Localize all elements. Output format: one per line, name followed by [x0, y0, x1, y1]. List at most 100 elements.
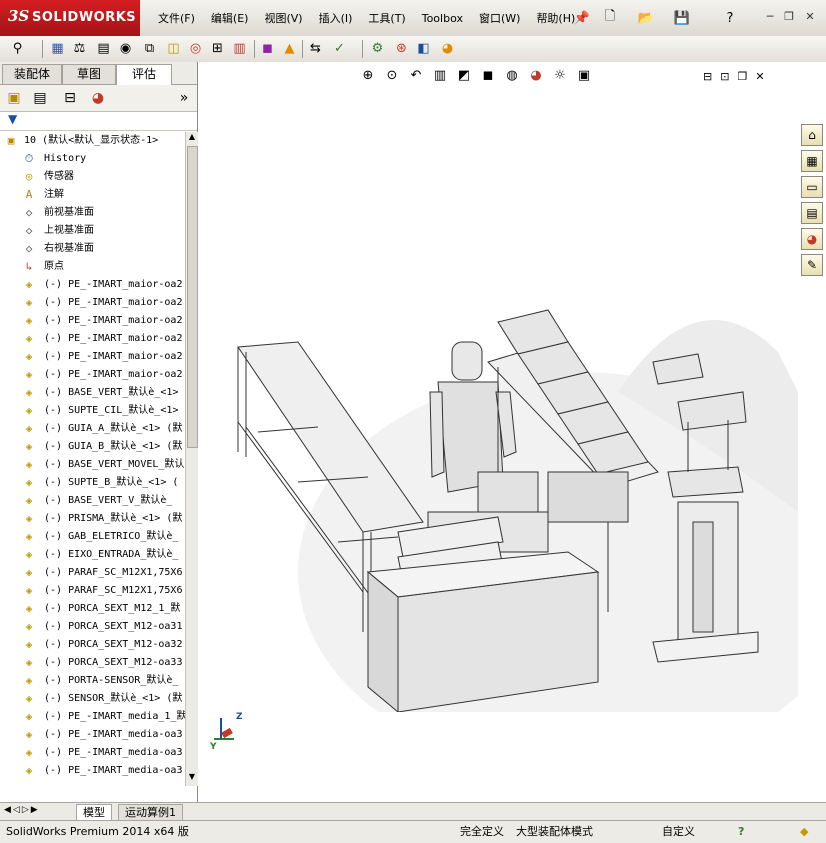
viewport-split-icon[interactable]: ⊟: [703, 70, 712, 83]
open-folder-icon[interactable]: 📂: [636, 8, 656, 28]
pin-icon[interactable]: 📌: [572, 8, 592, 28]
scroll-up-icon[interactable]: ▲: [187, 132, 197, 144]
configuration-manager-icon[interactable]: ⊟: [60, 88, 80, 108]
compare-icon[interactable]: ⇆: [306, 39, 325, 58]
viewport-close-icon[interactable]: ✕: [755, 70, 764, 83]
tree-item[interactable]: ◈ (-) PORCA_SEXT_M12-oa33: [0, 654, 185, 672]
section-properties-icon[interactable]: ▤: [94, 39, 113, 58]
tree-item[interactable]: ◈ (-) PE_-IMART_media-oa3: [0, 762, 185, 780]
last-tab-icon[interactable]: ▶: [31, 805, 38, 815]
check-icon[interactable]: ✓: [330, 39, 349, 58]
tree-item[interactable]: ◈ (-) BASE_VERT_MOVEL_默认: [0, 456, 185, 474]
sustainability-icon[interactable]: ◕: [438, 39, 457, 58]
viewport-restore-icon[interactable]: ❐: [737, 70, 747, 83]
menu-window[interactable]: 窗口(W): [471, 10, 528, 28]
appearances-icon[interactable]: ◕: [801, 228, 823, 250]
solidworks-logo[interactable]: 3S SOLIDWORKS: [0, 0, 140, 36]
assembly-visualization-icon[interactable]: ▥: [230, 39, 249, 58]
tree-item[interactable]: ◈ (-) PE_-IMART_maior-oa2: [0, 330, 185, 348]
viewport-split-right-icon[interactable]: ⊡: [720, 70, 729, 83]
tree-item[interactable]: ◈ (-) GAB_ELETRICO_默认è_: [0, 528, 185, 546]
sensor-tool-icon[interactable]: ◉: [116, 39, 135, 58]
interference-icon[interactable]: ⧉: [140, 39, 159, 58]
tree-item[interactable]: ◈ (-) PORTA-SENSOR_默认è_: [0, 672, 185, 690]
zoom-to-fit-icon[interactable]: ⊕: [358, 66, 378, 86]
tree-item[interactable]: ◈ (-) PE_-IMART_maior-oa2: [0, 366, 185, 384]
minimize-icon[interactable]: ─: [762, 9, 778, 25]
close-icon[interactable]: ✕: [802, 9, 818, 25]
tree-item[interactable]: ◈ (-) PARAF_SC_M12X1,75X6: [0, 564, 185, 582]
first-tab-icon[interactable]: ◀: [4, 805, 11, 815]
tree-item[interactable]: ◈ (-) PRISMA_默认è_<1> (默: [0, 510, 185, 528]
tree-filter[interactable]: ▼: [0, 112, 197, 131]
prev-tab-icon[interactable]: ◁: [13, 805, 20, 815]
expand-panel-icon[interactable]: »: [174, 88, 194, 108]
filter-icon[interactable]: ▼: [8, 112, 17, 126]
tab-sketch[interactable]: 草图: [62, 64, 116, 84]
tree-item[interactable]: ◇ 上视基准面: [0, 222, 185, 240]
tree-item[interactable]: ⏱ History: [0, 150, 185, 168]
menu-toolbox[interactable]: Toolbox: [414, 10, 471, 28]
tree-item[interactable]: ◈ (-) PE_-IMART_maior-oa2: [0, 276, 185, 294]
tree-root[interactable]: ▣ 10 (默认<默认_显示状态-1>: [0, 132, 185, 150]
tree-item[interactable]: A 注解: [0, 186, 185, 204]
design-check-icon[interactable]: ▦: [48, 39, 67, 58]
menu-insert[interactable]: 插入(I): [311, 10, 361, 28]
solidworks-resources-icon[interactable]: ⌂: [801, 124, 823, 146]
tree-item[interactable]: ◈ (-) PORCA_SEXT_M12-oa32: [0, 636, 185, 654]
apply-scene-icon[interactable]: ☼: [550, 66, 570, 86]
clearance-icon[interactable]: ◫: [164, 39, 183, 58]
tree-item[interactable]: ◈ (-) SENSOR_默认è_<1> (默: [0, 690, 185, 708]
help-status-icon[interactable]: ?: [738, 824, 744, 840]
tree-item[interactable]: ◈ (-) PARAF_SC_M12X1,75X6: [0, 582, 185, 600]
tree-item[interactable]: ◈ (-) SUPTE_B_默认è_<1> (: [0, 474, 185, 492]
tree-item[interactable]: ◎ 传感器: [0, 168, 185, 186]
tree-item[interactable]: ◈ (-) SUPTE_CIL_默认è_<1>: [0, 402, 185, 420]
next-tab-icon[interactable]: ▷: [22, 805, 29, 815]
tree-item[interactable]: ◇ 右视基准面: [0, 240, 185, 258]
previous-view-icon[interactable]: ↶: [406, 66, 426, 86]
design-library-icon[interactable]: ▦: [801, 150, 823, 172]
flow-icon[interactable]: ⊛: [392, 39, 411, 58]
draft-analysis-icon[interactable]: ▲: [280, 39, 299, 58]
tree-item[interactable]: ◈ (-) PE_-IMART_maior-oa2: [0, 348, 185, 366]
restore-icon[interactable]: ❐: [781, 9, 797, 25]
custom-properties-icon[interactable]: ✎: [801, 254, 823, 276]
tree-item[interactable]: ↳ 原点: [0, 258, 185, 276]
tab-assembly[interactable]: 装配体: [2, 64, 62, 84]
tree-scrollbar[interactable]: ▲ ▼: [185, 132, 198, 786]
menu-edit[interactable]: 编辑(E): [203, 10, 257, 28]
status-units[interactable]: 自定义: [662, 824, 695, 840]
tree-item[interactable]: ◈ (-) PE_-IMART_media_1_默: [0, 708, 185, 726]
tree-item[interactable]: ◈ (-) EIXO_ENTRADA_默认è_: [0, 546, 185, 564]
measure-icon[interactable]: ⊞: [208, 39, 227, 58]
save-icon[interactable]: 💾: [672, 8, 692, 28]
tree-item[interactable]: ◈ (-) BASE_VERT_V_默认è_: [0, 492, 185, 510]
edit-appearance-icon[interactable]: ◕: [526, 66, 546, 86]
help-icon[interactable]: ?: [720, 8, 740, 28]
assembly-model-view[interactable]: [198, 92, 798, 712]
tree-item[interactable]: ◈ (-) PE_-IMART_media-oa3: [0, 744, 185, 762]
hole-alignment-icon[interactable]: ◎: [186, 39, 205, 58]
section-view-icon[interactable]: ▥: [430, 66, 450, 86]
tree-item[interactable]: ◇ 前视基准面: [0, 204, 185, 222]
menu-view[interactable]: 视图(V): [256, 10, 310, 28]
menu-tools[interactable]: 工具(T): [360, 10, 413, 28]
scroll-down-icon[interactable]: ▼: [187, 772, 197, 784]
graphics-area[interactable]: ⊕ ⊙ ↶ ▥ ◩ ◼ ◍ ◕ ☼ ▣ ⊟ ⊡ ❐ ✕ Z Y ⌂ ▦ ▭ ▤ …: [198, 62, 826, 802]
tree-item[interactable]: ◈ (-) PORCA_SEXT_M12-oa31: [0, 618, 185, 636]
feature-tree-icon[interactable]: ▣: [4, 88, 24, 108]
tree-item[interactable]: ◈ (-) PORCA_SEXT_M12_1_默: [0, 600, 185, 618]
curvature-icon[interactable]: ◼: [258, 39, 277, 58]
display-manager-icon[interactable]: ◕: [88, 88, 108, 108]
file-explorer-icon[interactable]: ▭: [801, 176, 823, 198]
tag-icon[interactable]: ◆: [800, 824, 808, 840]
simulation-icon[interactable]: ⚙: [368, 39, 387, 58]
tab-evaluate[interactable]: 评估: [116, 64, 172, 85]
display-style-icon[interactable]: ◼: [478, 66, 498, 86]
tree-item[interactable]: ◈ (-) PE_-IMART_maior-oa2: [0, 312, 185, 330]
new-document-icon[interactable]: 🗋: [600, 8, 620, 28]
view-orientation-icon[interactable]: ◩: [454, 66, 474, 86]
view-palette-icon[interactable]: ▤: [801, 202, 823, 224]
zoom-to-area-icon[interactable]: ⊙: [382, 66, 402, 86]
